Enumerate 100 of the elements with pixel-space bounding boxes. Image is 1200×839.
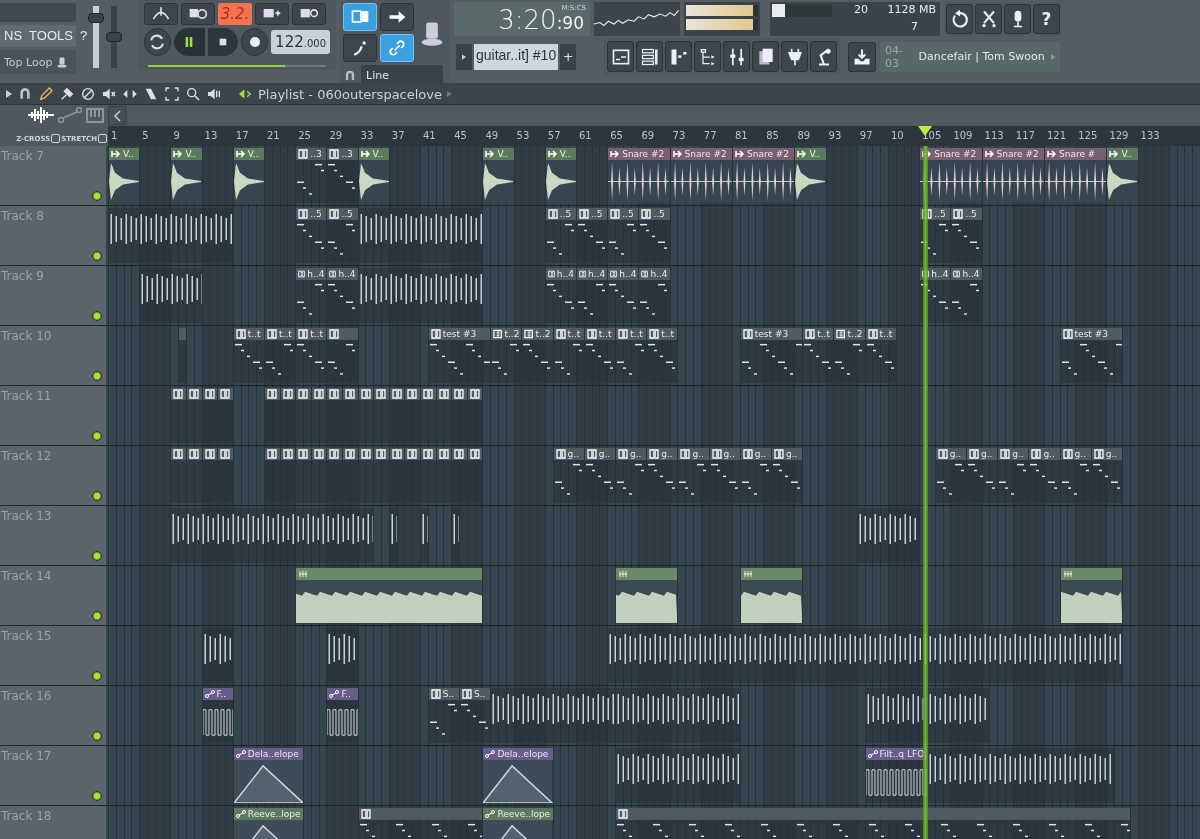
clip-label: ..5 xyxy=(622,208,634,220)
playlist-clip[interactable]: V.. xyxy=(233,148,264,203)
playlist-clip[interactable]: h..4 xyxy=(296,268,327,323)
playlist-clip[interactable]: g.. xyxy=(647,448,678,503)
time-value: 3:20 xyxy=(498,6,557,34)
playlist-clip[interactable]: Dela..elope xyxy=(483,748,553,803)
add-pattern-button[interactable]: + xyxy=(560,43,577,70)
memory-usage: 1128 MB xyxy=(887,3,936,16)
playlist-clip[interactable]: ..3 xyxy=(296,148,327,203)
playlist-clip[interactable]: t..t xyxy=(865,328,896,383)
playlist-clip[interactable]: g.. xyxy=(709,448,740,503)
clip-label: test #3 xyxy=(1074,328,1108,340)
clip-label: V.. xyxy=(1121,148,1133,160)
playlist-clip[interactable]: t..t xyxy=(296,328,327,383)
playlist-clip[interactable]: Reeve..lope xyxy=(233,808,303,839)
track-name: Track 9 xyxy=(1,269,44,283)
playlist-clip[interactable]: V.. xyxy=(1107,148,1138,203)
playlist-clip[interactable]: t..t xyxy=(233,328,264,383)
playlist-clip[interactable]: g.. xyxy=(740,448,771,503)
playlist-clip[interactable]: t..t xyxy=(584,328,615,383)
playlist-clip[interactable]: t..2 xyxy=(834,328,865,383)
playlist-clip[interactable]: t..t xyxy=(647,328,678,383)
clip-label: h..4 xyxy=(962,268,980,280)
playlist-clip[interactable]: t..t xyxy=(803,328,834,383)
playlist-clip[interactable]: Snare #2 xyxy=(608,148,670,203)
window-title: Playlist - 060outerspacelove xyxy=(258,86,442,102)
playlist-clip[interactable]: ..5 xyxy=(327,208,358,263)
playlist-clip[interactable]: F.. xyxy=(202,688,233,743)
playlist-clip[interactable]: V.. xyxy=(109,148,140,203)
bar-number: 77 xyxy=(703,130,717,141)
playlist-clip[interactable]: t..t xyxy=(553,328,584,383)
playlist-clip[interactable]: ..5 xyxy=(639,208,670,263)
playlist-clip[interactable]: g.. xyxy=(967,448,998,503)
playlist-clip[interactable]: test #3 xyxy=(428,328,491,383)
playlist-clip[interactable]: ..5 xyxy=(577,208,608,263)
bar-number: 53 xyxy=(516,130,530,141)
playlist-clip[interactable]: g.. xyxy=(553,448,584,503)
playlist-clip[interactable]: t..t xyxy=(616,328,647,383)
playlist-clip[interactable]: h..4 xyxy=(608,268,639,323)
playlist-clip[interactable]: g.. xyxy=(584,448,615,503)
clip-label: t..t xyxy=(630,328,643,340)
playlist-clip[interactable]: V.. xyxy=(545,148,576,203)
playlist-clip[interactable]: V.. xyxy=(171,148,202,203)
snap-dropdown[interactable]: Line xyxy=(361,65,443,83)
clip-label: t..t xyxy=(661,328,674,340)
clip-label: F.. xyxy=(341,688,351,700)
playlist-clip[interactable]: h..4 xyxy=(639,268,670,323)
bar-number: 121 xyxy=(1047,130,1067,141)
bar-number: 125 xyxy=(1078,130,1098,141)
playlist-clip[interactable]: g.. xyxy=(678,448,709,503)
playlist-clip[interactable]: S.. xyxy=(428,688,459,743)
playlist-clip[interactable]: ..5 xyxy=(296,208,327,263)
playlist-clip[interactable]: ..5 xyxy=(545,208,576,263)
menu-item[interactable]: NS xyxy=(4,29,23,43)
bar-number: 29 xyxy=(329,130,343,141)
playlist-clip[interactable]: t..2 xyxy=(522,328,553,383)
playlist-clip[interactable]: Snare #2 xyxy=(670,148,732,203)
playlist-clip[interactable]: g.. xyxy=(772,448,803,503)
top-loop-button[interactable]: Top Loop xyxy=(0,50,76,74)
pattern-selector[interactable]: guitar..it] #10 xyxy=(474,43,559,70)
playlist-clip[interactable]: ..3 xyxy=(327,148,358,203)
playlist-clip[interactable]: V.. xyxy=(483,148,514,203)
playlist-clip[interactable]: F.. xyxy=(327,688,358,743)
playlist-clip[interactable]: g.. xyxy=(616,448,647,503)
playlist-clip[interactable]: test #3 xyxy=(1060,328,1122,383)
playlist-clip[interactable]: t..t xyxy=(265,328,296,383)
playlist-clip[interactable]: h..4 xyxy=(545,268,576,323)
bar-number: 57 xyxy=(547,130,561,141)
playlist-clip[interactable]: h..4 xyxy=(327,268,358,323)
playlist-clip[interactable]: g.. xyxy=(1029,448,1060,503)
playlist-clip[interactable]: Snare #2 xyxy=(982,148,1044,203)
playlist-clip[interactable]: Snare # xyxy=(1045,148,1107,203)
cpu-usage: 7 xyxy=(911,20,918,33)
playlist-clip[interactable]: V.. xyxy=(795,148,826,203)
playlist-clip[interactable]: g.. xyxy=(1060,448,1091,503)
playlist-clip[interactable]: g.. xyxy=(935,448,966,503)
playlist-clip[interactable]: Dela..elope xyxy=(233,748,303,803)
playlist-clip[interactable]: Snare #2 xyxy=(733,148,795,203)
menu-item[interactable]: ? xyxy=(79,29,88,43)
clip-label: V.. xyxy=(123,148,134,160)
playlist-clip[interactable]: Snare #2 xyxy=(920,148,982,203)
playlist-clip[interactable]: h..4 xyxy=(951,268,982,323)
playlist-clip[interactable]: h..4 xyxy=(577,268,608,323)
playlist-clip[interactable]: g.. xyxy=(998,448,1029,503)
playlist-clip[interactable]: S.. xyxy=(460,688,491,743)
bar-number: 133 xyxy=(1140,130,1160,141)
playlist-clip[interactable]: test #3 xyxy=(740,328,803,383)
playlist-clip[interactable]: g.. xyxy=(1091,448,1122,503)
help-button[interactable]: ? xyxy=(1033,4,1060,34)
clip-label: Reeve..lope xyxy=(247,808,301,820)
menu-item[interactable]: TOOLS xyxy=(29,29,73,43)
tempo-field[interactable]: 122.000 xyxy=(271,30,330,54)
playlist-clip[interactable]: Reeve..lope xyxy=(483,808,553,839)
bar-number: 61 xyxy=(579,130,592,141)
clip-label: ..5 xyxy=(965,208,977,220)
playlist-clip[interactable]: t..2 xyxy=(491,328,522,383)
news-ticker[interactable]: 04-03 Dancefair | Tom Swoon xyxy=(880,41,1060,72)
playlist-clip[interactable]: ..5 xyxy=(608,208,639,263)
playlist-clip[interactable]: ..5 xyxy=(951,208,982,263)
playlist-clip[interactable]: V.. xyxy=(358,148,389,203)
